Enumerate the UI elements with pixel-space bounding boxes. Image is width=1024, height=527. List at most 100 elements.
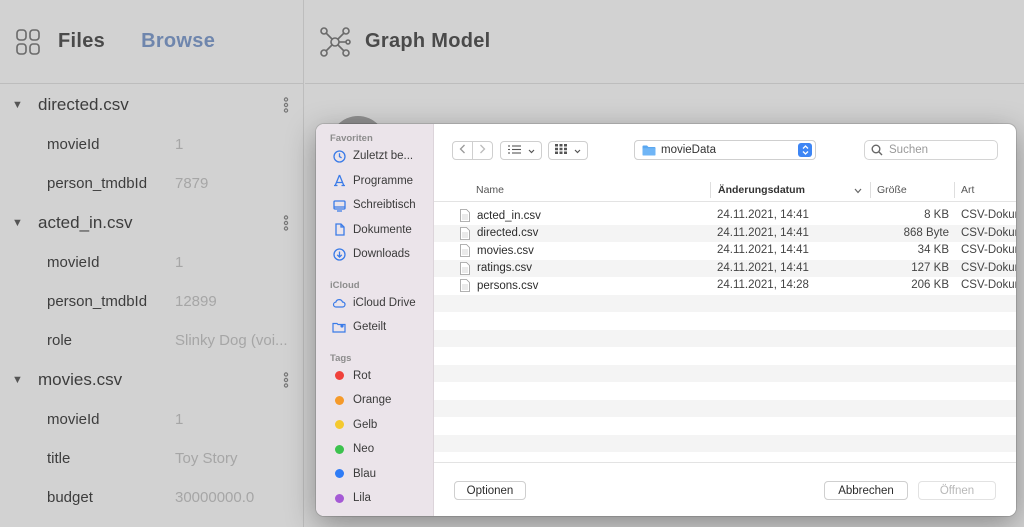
sidebar-item-applications[interactable]: Programme [316,169,433,194]
file-list: ▼ directed.csv movieId 1 person_tmdbId 7… [0,85,304,517]
kebab-menu-icon[interactable] [283,215,289,231]
field-row: title Toy Story [0,439,304,478]
file-date: 24.11.2021, 14:41 [717,226,809,239]
folder-location-popup[interactable]: movieData [634,140,816,160]
sidebar-item-label: Dokumente [353,223,412,236]
dialog-footer: Optionen Abbrechen Öffnen [434,462,1016,516]
file-size: 127 KB [911,261,949,274]
column-header-size[interactable]: Größe [877,184,907,196]
sidebar-item-downloads[interactable]: Downloads [316,242,433,267]
up-down-stepper-icon [798,143,812,157]
file-kind: CSV-Dokument [961,261,1016,274]
apps-icon [332,174,346,188]
tag-dot-red [332,369,346,383]
sidebar-item-documents[interactable]: Dokumente [316,218,433,243]
file-row[interactable]: acted_in.csv 24.11.2021, 14:41 8 KB CSV-… [434,207,1016,225]
csv-file-icon [460,209,470,222]
tag-dot-blue [332,467,346,481]
file-row[interactable]: directed.csv 24.11.2021, 14:41 868 Byte … [434,224,1016,242]
forward-button[interactable] [472,141,493,160]
tab-files[interactable]: Files [58,30,105,53]
tag-dot-yellow [332,418,346,432]
download-icon [332,247,346,261]
files-grid-icon[interactable] [16,28,40,56]
sidebar-section-icloud: iCloud [330,279,360,291]
empty-row [434,399,1016,417]
sidebar-item-recents[interactable]: Zuletzt be... [316,144,433,169]
column-separator[interactable] [710,182,711,198]
back-button[interactable] [452,141,473,160]
tab-browse[interactable]: Browse [141,30,215,53]
file-kind: CSV-Dokument [961,226,1016,239]
grid-view-button[interactable] [548,141,588,160]
field-value: 7879 [175,175,209,192]
clock-icon [332,149,346,163]
document-icon [332,223,346,237]
empty-row [434,312,1016,330]
list-view-button[interactable] [500,141,542,160]
field-row: role Slinky Dog (voi... [0,321,304,360]
dialog-main: movieData Name Änderungsdatum Größe Art … [434,124,1016,516]
file-group-movies[interactable]: ▼ movies.csv [0,360,304,400]
graph-model-header: Graph Model [305,0,1024,84]
cancel-button[interactable]: Abbrechen [824,481,908,500]
search-field[interactable] [864,140,998,160]
file-size: 206 KB [911,279,949,291]
sidebar-section-tags: Tags [330,352,352,364]
desktop-icon [332,198,346,212]
column-header-kind[interactable]: Art [961,184,974,196]
open-button[interactable]: Öffnen [918,481,996,500]
empty-row [434,347,1016,365]
file-name: acted_in.csv [477,209,541,222]
sidebar-tag-orange[interactable]: Orange [316,388,433,413]
file-date: 24.11.2021, 14:41 [717,244,809,256]
file-size: 8 KB [924,209,949,221]
field-value: 1 [175,411,184,428]
tag-dot-yellow-mark [334,420,344,430]
search-input[interactable] [889,144,989,156]
column-separator[interactable] [954,182,955,198]
csv-file-icon [460,279,470,292]
kebab-menu-icon[interactable] [283,97,289,113]
sidebar-item-label: Neo [353,443,375,456]
column-header-name[interactable]: Name [476,184,504,196]
field-name: person_tmdbId [47,293,148,310]
sidebar-item-label: Zuletzt be... [353,150,414,163]
sidebar-tag-purple[interactable]: Lila [316,486,433,511]
file-kind: CSV-Dokument [961,279,1016,291]
sidebar-item-label: Programme [353,174,414,187]
collapse-triangle-icon[interactable]: ▼ [12,99,38,111]
file-row[interactable]: ratings.csv 24.11.2021, 14:41 127 KB CSV… [434,259,1016,277]
file-group-acted-in[interactable]: ▼ acted_in.csv [0,203,304,243]
collapse-triangle-icon[interactable]: ▼ [12,217,38,229]
graph-model-title: Graph Model [365,30,491,52]
dialog-sidebar: Favoriten Zuletzt be... Programme Schrei… [316,124,434,516]
field-value: 1 [175,136,184,153]
tag-dot-orange-mark [334,395,344,405]
field-name: movieId [47,136,100,153]
tag-dot-purple [332,491,346,505]
options-button[interactable]: Optionen [454,481,526,500]
column-header-date[interactable]: Änderungsdatum [718,184,805,196]
sidebar-item-desktop[interactable]: Schreibtisch [316,193,433,218]
sidebar-tag-red[interactable]: Rot [316,364,433,389]
column-separator[interactable] [870,182,871,198]
sidebar-tag-yellow[interactable]: Gelb [316,413,433,438]
file-size: 34 KB [917,244,949,256]
file-kind: CSV-Dokument [961,209,1016,221]
sidebar-item-icloud-drive[interactable]: iCloud Drive [316,291,433,316]
sidebar-item-label: Schreibtisch [353,199,416,212]
sidebar-item-label: Lila [353,492,371,505]
collapse-triangle-icon[interactable]: ▼ [12,374,38,386]
field-value: Slinky Dog (voi... [175,332,288,349]
file-group-directed[interactable]: ▼ directed.csv [0,85,304,125]
sidebar-tag-green[interactable]: Neo [316,437,433,462]
sidebar-tag-blue[interactable]: Blau [316,462,433,487]
file-row[interactable]: persons.csv 24.11.2021, 14:28 206 KB CSV… [434,277,1016,295]
kebab-menu-icon[interactable] [283,372,289,388]
sidebar-item-shared[interactable]: Geteilt [316,315,433,340]
field-row: movieId 1 [0,125,304,164]
chevron-left-icon [459,144,466,157]
file-row[interactable]: movies.csv 24.11.2021, 14:41 34 KB CSV-D… [434,242,1016,260]
current-folder-name: movieData [661,144,716,156]
